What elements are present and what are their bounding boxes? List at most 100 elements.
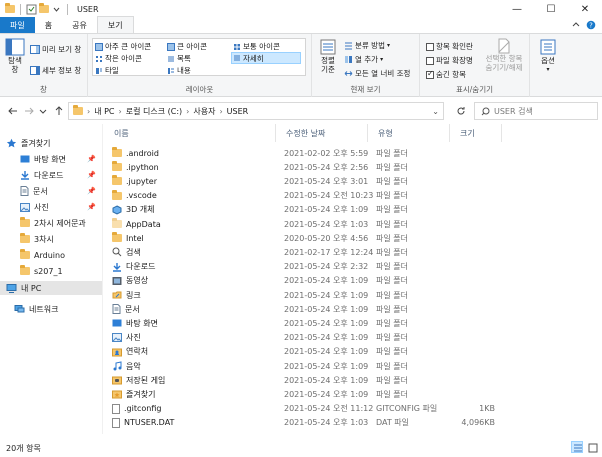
forward-button[interactable] [22,104,36,118]
file-row[interactable]: 링크 2021-05-24 오후 1:09 파일 폴더 [104,288,504,302]
address-dropdown-icon[interactable]: ⌄ [432,107,439,116]
minimize-button[interactable]: — [500,0,534,18]
file-date: 2021-05-24 오후 1:03 [284,418,369,428]
layout-extra-large-icons[interactable]: 아주 큰 아이콘 [95,41,151,52]
file-row[interactable]: 음악 2021-05-24 오후 1:09 파일 폴더 [104,359,504,373]
up-button[interactable] [52,104,66,118]
search-box[interactable]: USER 검색 [474,102,598,120]
nav-quick-access[interactable]: 즐겨찾기 [0,136,102,150]
nav-item-folder-ch2[interactable]: 2차시 제어문과 [0,216,102,230]
file-name: 저장된 게임 [126,375,166,385]
large-icons-view-button[interactable] [586,441,598,453]
file-row[interactable]: 저장된 게임 2021-05-24 오후 1:09 파일 폴더 [104,373,504,387]
file-row[interactable]: 연락처 2021-05-24 오후 1:09 파일 폴더 [104,345,504,359]
file-row[interactable]: .jupyter 2021-05-24 오후 3:01 파일 폴더 [104,174,504,188]
properties-icon[interactable] [26,4,37,15]
close-button[interactable]: ✕ [568,0,602,18]
file-row[interactable]: .vscode 2021-05-24 오전 10:23 파일 폴더 [104,189,504,203]
nav-item-documents[interactable]: 문서 📌 [0,184,102,198]
nav-pane-button[interactable]: 탐색 창 [4,38,26,74]
file-size [404,146,495,160]
file-ext-toggle[interactable]: 파일 확장명 [426,55,473,66]
fit-columns-button[interactable]: 모든 열 너비 조정 [344,68,410,79]
details-pane-button[interactable]: 세부 정보 창 [30,65,81,76]
tab-file[interactable]: 파일 [0,17,35,33]
file-row[interactable]: 다운로드 2021-05-24 오후 2:32 파일 폴더 [104,260,504,274]
nav-item-pictures[interactable]: 사진 📌 [0,200,102,214]
breadcrumb-local-disk[interactable]: 로컬 디스크 (C:) [126,106,182,117]
breadcrumb-user[interactable]: USER [227,107,249,116]
address-bar[interactable]: › 내 PC › 로컬 디스크 (C:) › 사용자 › USER ⌄ [68,102,444,120]
back-button[interactable] [6,104,20,118]
nav-item-desktop[interactable]: 바탕 화면 📌 [0,152,102,166]
group-by-icon [345,42,352,50]
file-row[interactable]: .android 2021-02-02 오후 5:59 파일 폴더 [104,146,504,160]
layout-content[interactable]: 내용 [167,65,191,76]
layout-small-icons[interactable]: 작은 아이콘 [95,53,142,64]
preview-pane-button[interactable]: 미리 보기 창 [30,44,81,55]
column-header-name[interactable]: 이름 [104,124,276,142]
file-row[interactable]: 바탕 화면 2021-05-24 오후 1:09 파일 폴더 [104,316,504,330]
nav-item-downloads[interactable]: 다운로드 📌 [0,168,102,182]
hidden-items-checkbox[interactable] [426,69,434,79]
breadcrumb-users[interactable]: 사용자 [193,106,215,117]
layout-large-icons[interactable]: 큰 아이콘 [167,41,207,52]
nav-this-pc[interactable]: 내 PC [0,281,102,295]
column-header-size[interactable]: 크기 [450,124,502,142]
nav-item-folder-s207[interactable]: s207_1 [0,264,102,278]
group-by-button[interactable]: 분류 방법 ▾ [344,40,390,51]
group-label-current-view: 현재 보기 [350,85,381,94]
file-row[interactable]: Intel 2020-05-20 오후 4:56 파일 폴더 [104,231,504,245]
layout-tiles[interactable]: 타일 [95,65,119,76]
details-view-button[interactable] [571,441,583,453]
folder-icon [73,105,83,115]
maximize-button[interactable]: ☐ [534,0,568,18]
file-name-cell: 연락처 [112,345,148,359]
hide-selected-button[interactable]: 선택한 항목 숨기기/해제 [480,38,528,72]
hidden-items-toggle[interactable]: 숨긴 항목 [426,69,466,80]
item-checkbox-box[interactable] [426,42,434,51]
file-size [404,174,495,188]
file-row[interactable]: 검색 2021-02-17 오후 12:24 파일 폴더 [104,245,504,259]
file-row[interactable]: NTUSER.DAT 2021-05-24 오후 1:03 DAT 파일 4,096K… [104,416,504,430]
options-button[interactable]: 옵션 ▾ [534,38,562,74]
column-header-date[interactable]: 수정한 날짜 [276,124,368,142]
nav-network[interactable]: 네트워크 [0,302,102,316]
layout-details[interactable]: 자세히 [231,52,301,64]
file-name: Intel [126,233,144,243]
file-row[interactable]: 3D 개체 2021-05-24 오후 1:09 파일 폴더 [104,203,504,217]
tab-view[interactable]: 보기 [96,16,134,33]
file-name: 동영상 [126,276,149,286]
new-folder-icon[interactable] [39,3,49,13]
file-row[interactable]: 즐겨찾기 2021-05-24 오후 1:09 파일 폴더 [104,387,504,401]
add-column-button[interactable]: 열 추가 ▾ [344,54,383,65]
item-checkbox-toggle[interactable]: 항목 확인란 [426,41,473,52]
column-header-type[interactable]: 유형 [368,124,450,142]
navigation-pane: 즐겨찾기 바탕 화면 📌 다운로드 📌 문서 📌 사진 📌 2차시 제어문과 3… [0,124,102,434]
refresh-button[interactable] [454,104,468,118]
file-date: 2021-05-24 오후 2:56 [284,162,369,172]
customize-chevron-icon[interactable] [51,4,62,15]
quick-access-toolbar [0,3,71,15]
file-row[interactable]: .ipython 2021-05-24 오후 2:56 파일 폴더 [104,160,504,174]
file-name-cell: 다운로드 [112,260,155,274]
file-ext-checkbox[interactable] [426,56,434,65]
file-row[interactable]: 동영상 2021-05-24 오후 1:09 파일 폴더 [104,274,504,288]
help-icon[interactable]: ? [586,20,596,30]
file-row[interactable]: .gitconfig 2021-05-24 오전 11:12 GITCONFIG 파… [104,402,504,416]
file-size [404,373,495,387]
file-row[interactable]: AppData 2021-05-24 오후 1:03 파일 폴더 [104,217,504,231]
tab-share[interactable]: 공유 [62,17,97,33]
tab-home[interactable]: 홈 [35,17,62,33]
sort-by-button[interactable]: 정렬 기준 [315,38,341,74]
breadcrumb-this-pc[interactable]: 내 PC [94,106,114,117]
collapse-ribbon-icon[interactable] [572,21,580,29]
file-row[interactable]: 문서 2021-05-24 오후 1:09 파일 폴더 [104,302,504,316]
nav-item-folder-arduino[interactable]: Arduino [0,248,102,262]
layout-list[interactable]: 목록 [167,53,191,64]
file-row[interactable]: 사진 2021-05-24 오후 1:09 파일 폴더 [104,331,504,345]
nav-item-folder-ch3[interactable]: 3차시 [0,232,102,246]
file-size [404,331,495,345]
recent-locations-button[interactable] [36,104,50,118]
layout-medium-icons[interactable]: 보통 아이콘 [233,41,280,52]
